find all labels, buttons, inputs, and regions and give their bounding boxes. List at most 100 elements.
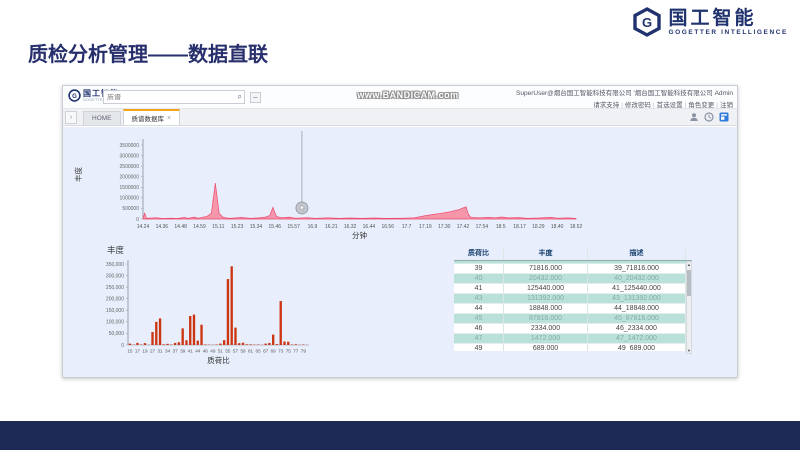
history-icon[interactable] <box>704 112 714 122</box>
area-ytick-label: 0 <box>136 217 139 223</box>
table-cell: 49_689.000 <box>588 344 686 351</box>
search-options-button[interactable]: – <box>250 92 261 103</box>
table-header-mz[interactable]: 质荷比 <box>454 249 504 260</box>
area-chart-xlabel: 分钟 <box>352 230 367 239</box>
sidebar-collapse-button[interactable]: › <box>65 111 77 124</box>
app-logo-icon: G <box>68 89 81 102</box>
table-row[interactable]: 49689.00049_689.000 <box>454 344 686 351</box>
table-row[interactable]: 43131392.00043_131392.000 <box>454 294 686 304</box>
bar-ytick-label: 50,000 <box>109 331 125 337</box>
table-header-description[interactable]: 描述 <box>588 249 686 260</box>
bandicam-watermark: www.BANDICAM.com <box>313 90 503 100</box>
spectrum-bar <box>136 343 138 345</box>
area-xtick-label: 18.40 <box>551 224 564 230</box>
area-chart-ylabel: 丰度 <box>73 167 84 182</box>
area-chart: 3500000300000025000002000000150000010000… <box>99 127 659 239</box>
area-xtick-label: 15.57 <box>287 224 300 230</box>
table-cell: 71816.000 <box>504 264 588 274</box>
bar-xtick-label: 79 <box>301 349 307 354</box>
svg-text:G: G <box>642 15 652 30</box>
table-cell: 1472.000 <box>504 334 588 344</box>
menu-item[interactable]: 角色变更 <box>688 102 714 109</box>
menu-item[interactable]: 首选设置 <box>657 102 683 109</box>
table-row[interactable]: 3971816.00039_71816.000 <box>454 264 686 274</box>
table-cell: 39 <box>454 264 504 274</box>
bar-xtick-label: 31 <box>157 349 163 354</box>
brand-tagline: GOGETTER INTELLIGENCE <box>668 29 788 36</box>
bar-xtick-label: 27 <box>150 349 156 354</box>
tab-mass-spec-data[interactable]: 质谱数据库 × <box>123 109 181 125</box>
tabbar-icons <box>689 112 729 122</box>
bar-xtick-label: 61 <box>248 349 254 354</box>
spectrum-bar <box>197 341 199 345</box>
table-header-abundance[interactable]: 丰度 <box>504 249 588 260</box>
table-cell: 18848.000 <box>504 304 588 314</box>
search-box[interactable]: ⌕ <box>103 90 245 104</box>
spectrum-bar <box>264 344 266 345</box>
table-cell: 2334.000 <box>504 324 588 334</box>
tab-close-icon[interactable]: × <box>167 115 171 122</box>
spectrum-bar <box>129 344 131 345</box>
spectrum-bar <box>268 343 270 345</box>
table-scrollbar[interactable]: ▲ ▼ <box>686 261 692 354</box>
table-row[interactable]: 471472.00047_1472.000 <box>454 334 686 344</box>
table-cell: 44_18848.000 <box>588 304 686 314</box>
table-row[interactable]: 4020432.00040_20432.000 <box>454 274 686 284</box>
table-row[interactable]: 41125440.00041_125440.000 <box>454 284 686 294</box>
area-xtick-label: 14.24 <box>137 224 150 230</box>
scrollbar-thumb[interactable] <box>687 270 691 296</box>
area-ytick-label: 3000000 <box>120 153 140 159</box>
spectrum-bar <box>295 344 297 345</box>
table-cell: 45_87816.000 <box>588 314 686 324</box>
menu-item[interactable]: 注销 <box>720 102 733 109</box>
table-row[interactable]: 462334.00046_2334.000 <box>454 324 686 334</box>
area-xtick-label: 18.52 <box>570 224 583 230</box>
bar-ytick-label: 300,000 <box>106 273 124 279</box>
spectrum-bar <box>287 342 289 345</box>
bar-ytick-label: 200,000 <box>106 297 124 303</box>
table-cell: 44 <box>454 304 504 314</box>
area-ytick-label: 500000 <box>122 206 139 212</box>
page-title: 质检分析管理——数据直联 <box>28 38 268 67</box>
area-xtick-label: 16.9 <box>308 224 318 230</box>
layout-icon[interactable] <box>719 112 729 122</box>
table-cell: 131392.000 <box>504 294 588 304</box>
menu-item[interactable]: 修改密码 <box>625 102 651 109</box>
area-ytick-label: 3500000 <box>120 143 140 149</box>
table-cell: 39_71816.000 <box>588 264 686 274</box>
bar-xtick-label: 73 <box>278 349 284 354</box>
table-body: 3971816.00039_71816.0004020432.00040_204… <box>454 261 686 351</box>
user-account-label: SuperUser@烟台国工智能科技有限公司 '烟台国工智能科技有限公司 Adm… <box>516 87 733 97</box>
spectrum-bar <box>276 344 278 345</box>
search-icon[interactable]: ⌕ <box>238 92 244 102</box>
search-input[interactable] <box>104 94 238 101</box>
area-ytick-label: 2000000 <box>120 175 140 181</box>
scroll-up-icon[interactable]: ▲ <box>687 262 691 267</box>
menu-item[interactable]: 请求支持 <box>593 102 619 109</box>
bar-xtick-label: 69 <box>271 349 277 354</box>
user-icon[interactable] <box>689 112 699 122</box>
tab-label: 质谱数据库 <box>132 113 165 123</box>
area-xtick-label: 14.48 <box>174 224 187 230</box>
bar-xtick-label: 67 <box>263 349 269 354</box>
spectrum-bar <box>238 343 240 345</box>
bar-chart-xlabel: 质荷比 <box>207 355 230 365</box>
user-menu: 请求支持|修改密码|首选设置|角色变更|注销 <box>516 99 733 109</box>
bar-chart: 350,000300,000250,000200,000150,000100,0… <box>83 253 313 373</box>
tab-home-label: HOME <box>92 115 112 122</box>
spectrum-bar <box>280 301 282 345</box>
area-xtick-label: 18.29 <box>532 224 545 230</box>
data-table: 质荷比 丰度 描述 3971816.00039_71816.0004020432… <box>454 249 692 351</box>
scroll-down-icon[interactable]: ▼ <box>687 348 691 353</box>
brand-logo: G 国工智能 GOGETTER INTELLIGENCE <box>632 7 788 37</box>
bar-xtick-label: 51 <box>218 349 224 354</box>
tab-home[interactable]: HOME <box>83 111 121 125</box>
table-cell: 43_131392.000 <box>588 294 686 304</box>
table-cell: 125440.000 <box>504 284 588 294</box>
app-topbar: G 国工智能 GOGETTER INTELLIGENCE ⌕ – www.BAN… <box>63 86 737 109</box>
spectrum-bar <box>283 342 285 345</box>
table-cell: 41 <box>454 284 504 294</box>
table-row[interactable]: 4587816.00045_87816.000 <box>454 314 686 324</box>
table-row[interactable]: 4418848.00044_18848.000 <box>454 304 686 314</box>
area-xtick-label: 15.11 <box>212 224 224 230</box>
